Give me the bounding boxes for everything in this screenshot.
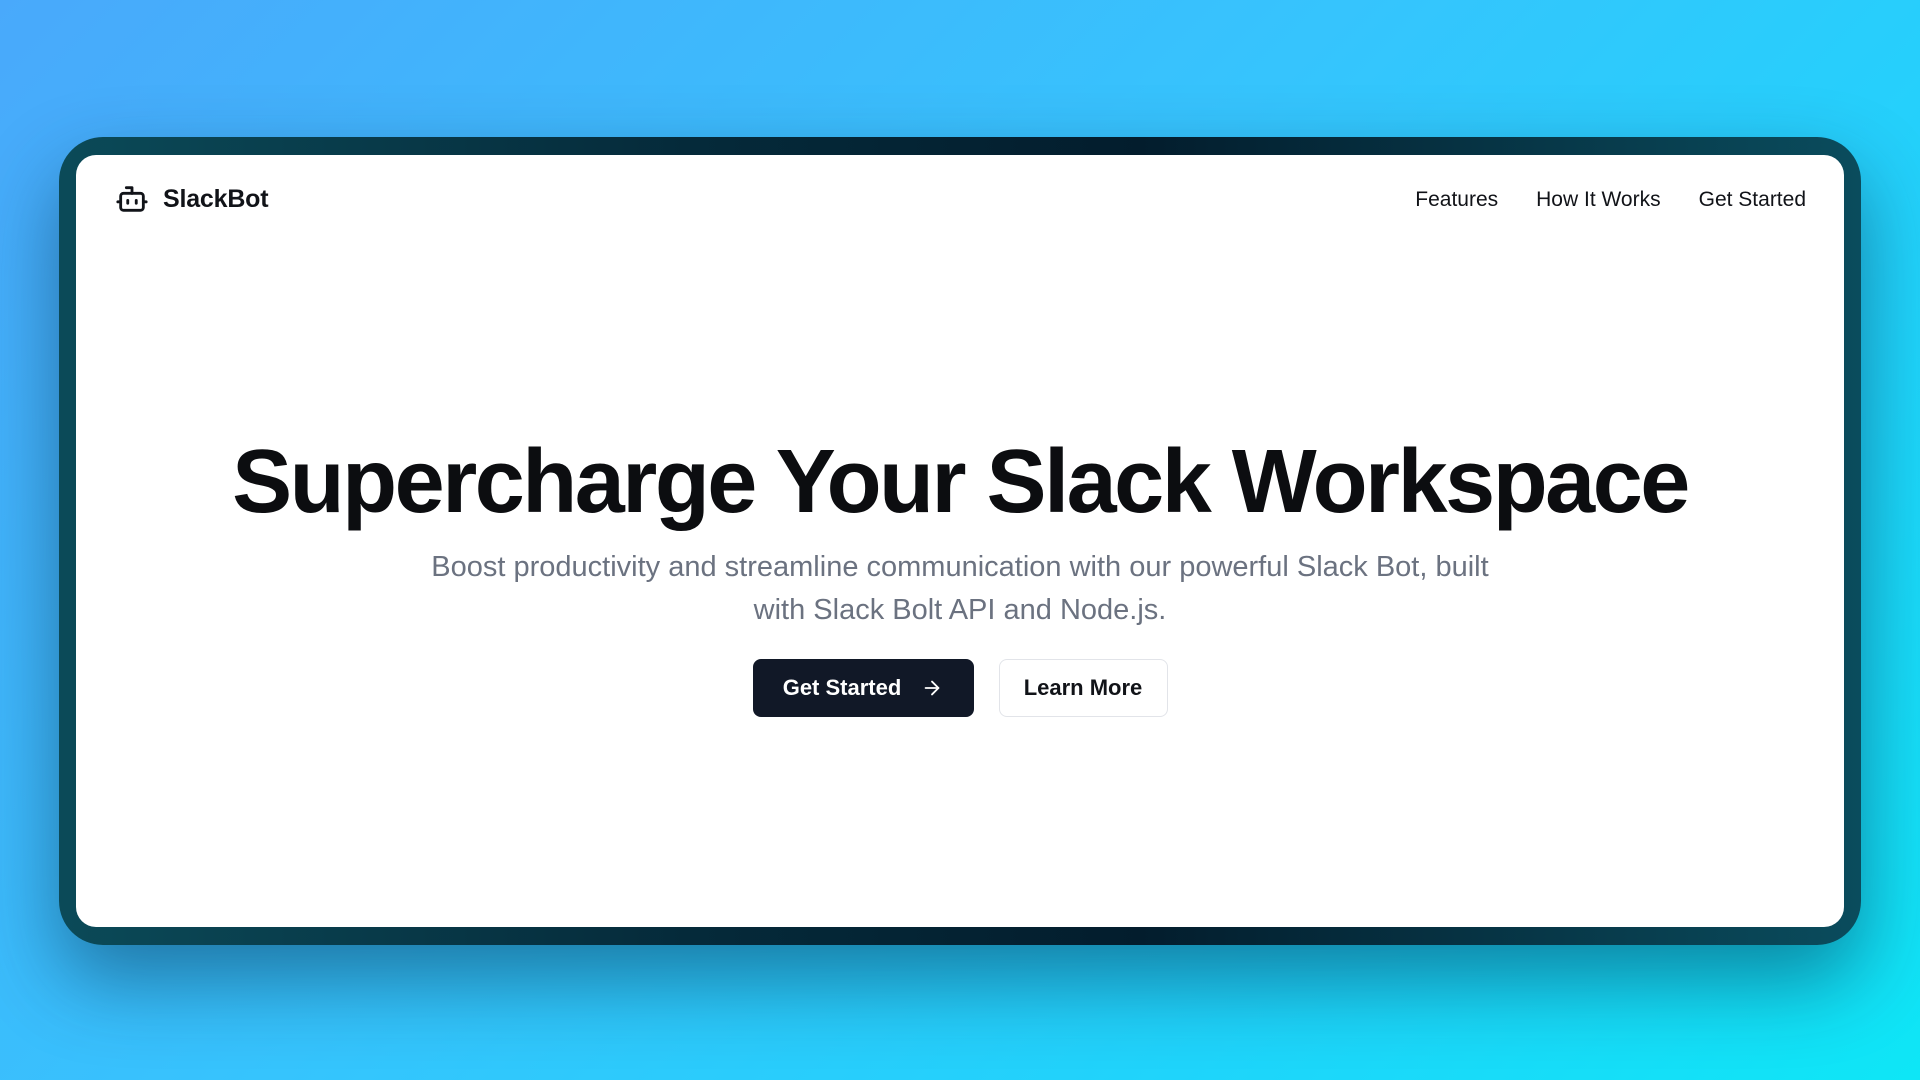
hero-section: Supercharge Your Slack Workspace Boost p… bbox=[76, 435, 1844, 717]
hero-actions: Get Started Learn More bbox=[76, 658, 1844, 717]
brand-name: SlackBot bbox=[163, 184, 269, 213]
arrow-right-icon bbox=[924, 680, 940, 695]
get-started-label: Get Started bbox=[782, 674, 902, 700]
learn-more-button[interactable]: Learn More bbox=[998, 658, 1168, 717]
browser-viewport: SlackBot Features How It Works Get Start… bbox=[76, 155, 1844, 927]
top-navigation: SlackBot Features How It Works Get Start… bbox=[76, 155, 1844, 245]
bot-icon bbox=[116, 186, 148, 212]
brand-logo[interactable]: SlackBot bbox=[115, 182, 269, 216]
nav-link-features[interactable]: Features bbox=[1415, 188, 1498, 212]
hero-title: Supercharge Your Slack Workspace bbox=[232, 432, 1690, 532]
hero-subtitle: Boost productivity and streamline commun… bbox=[431, 550, 1489, 627]
nav-link-how-it-works[interactable]: How It Works bbox=[1536, 188, 1660, 212]
nav-link-get-started[interactable]: Get Started bbox=[1699, 188, 1806, 212]
get-started-button[interactable]: Get Started bbox=[752, 658, 974, 717]
nav-links: Features How It Works Get Started bbox=[1415, 188, 1806, 212]
